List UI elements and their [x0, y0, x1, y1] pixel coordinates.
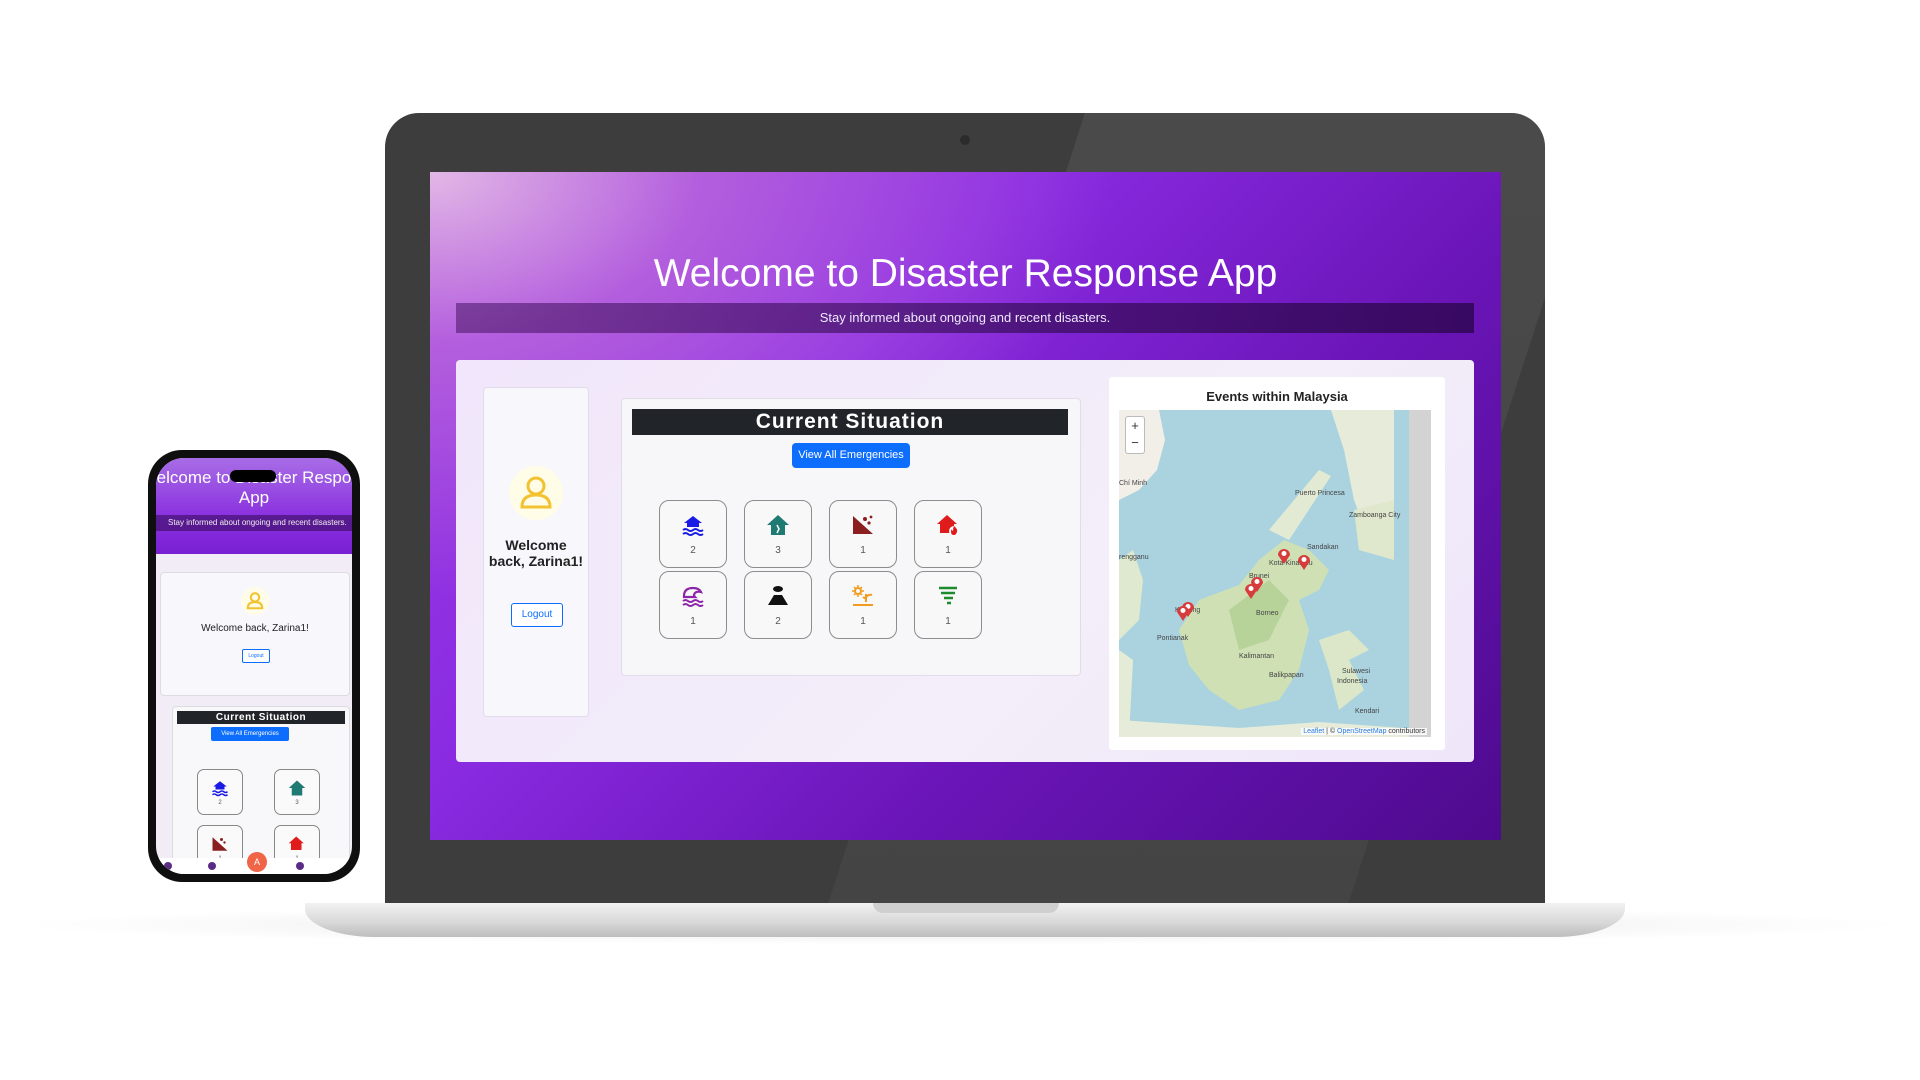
mobile-view-all-emergencies-button[interactable]: View All Emergencies — [211, 727, 289, 741]
house-fire-icon — [937, 515, 959, 536]
emergency-count: 2 — [775, 616, 781, 627]
phone-dynamic-island — [230, 470, 276, 482]
map-marker-icon[interactable] — [1277, 547, 1291, 565]
nav-alert-button[interactable]: A — [247, 852, 267, 872]
user-avatar-icon — [241, 587, 269, 615]
emergency-tile-house-fire[interactable]: 1 — [914, 500, 982, 568]
emergency-tile-volcano[interactable]: 2 — [744, 571, 812, 639]
page-title: Welcome to Disaster Response App — [653, 252, 1278, 295]
map-card: Events within Malaysia + − Chí Minh Puer… — [1109, 377, 1445, 750]
map-zoom-controls: + − — [1125, 416, 1145, 454]
mobile-page-subtitle: Stay informed about ongoing and recent d… — [156, 515, 352, 531]
current-situation-card: Current Situation View All Emergencies 2… — [621, 398, 1081, 676]
map-title: Events within Malaysia — [1206, 389, 1348, 404]
zoom-in-button[interactable]: + — [1126, 417, 1144, 434]
map-label: Pontianak — [1157, 635, 1189, 642]
desktop-screen: Welcome to Disaster Response App Stay in… — [430, 172, 1501, 840]
mobile-situation-title: Current Situation — [177, 711, 345, 724]
map-label: Sulawesi — [1342, 668, 1371, 675]
mobile-logout-button[interactable]: Logout — [242, 649, 270, 663]
laptop-notch — [873, 903, 1059, 913]
map-landmass — [1119, 410, 1431, 737]
map-label: rengganu — [1119, 554, 1149, 561]
map-label: Puerto Princesa — [1295, 490, 1345, 497]
user-avatar-icon — [509, 466, 563, 520]
emergency-count: 3 — [775, 545, 781, 556]
welcome-card: Welcome back, Zarina1! Logout — [483, 387, 589, 717]
welcome-message: Welcome back, Zarina1! — [488, 537, 584, 569]
map-label: Indonesia — [1337, 678, 1368, 685]
map-marker-icon[interactable] — [1176, 604, 1190, 622]
nav-location-icon[interactable] — [208, 862, 216, 870]
volcano-icon — [768, 586, 788, 605]
emergency-count: 3 — [295, 800, 299, 806]
leaflet-link[interactable]: Leaflet — [1303, 728, 1324, 735]
map-label: Zamboanga City — [1349, 512, 1401, 519]
emergency-tile-tornado[interactable]: 1 — [914, 571, 982, 639]
flood-icon — [682, 516, 704, 536]
mobile-welcome-message: Welcome back, Zarina1! — [201, 623, 309, 634]
map-marker-icon[interactable] — [1244, 582, 1258, 600]
mobile-page-title-line2: App — [238, 488, 270, 507]
house-damage-icon — [288, 780, 306, 796]
map-marker-icon[interactable] — [1297, 553, 1311, 571]
house-fire-icon — [288, 836, 304, 850]
view-all-emergencies-button[interactable]: View All Emergencies — [792, 443, 910, 468]
map-label: Borneo — [1256, 610, 1279, 617]
emergency-tile-drought[interactable]: 1 — [829, 571, 897, 639]
emergency-count: 1 — [860, 545, 866, 556]
map-label: Sandakan — [1307, 544, 1339, 551]
map-attribution: Leaflet | © OpenStreetMap contributors — [1301, 728, 1427, 735]
osm-link[interactable]: OpenStreetMap — [1337, 728, 1386, 735]
flood-icon — [212, 781, 228, 797]
page-subtitle: Stay informed about ongoing and recent d… — [456, 303, 1474, 333]
mobile-emergency-tile-flood[interactable]: 2 — [197, 769, 243, 815]
drought-icon — [852, 585, 873, 606]
emergency-count: 1 — [690, 616, 696, 627]
emergency-count: 1 — [860, 616, 866, 627]
house-damage-icon — [767, 515, 789, 535]
tornado-icon — [939, 586, 957, 605]
map-label: Kendari — [1355, 708, 1380, 715]
landslide-icon — [212, 837, 228, 851]
emergency-tile-landslide[interactable]: 1 — [829, 500, 897, 568]
emergency-count: 1 — [945, 545, 951, 556]
map-label: Chí Minh — [1119, 480, 1148, 487]
emergency-tile-house-damage[interactable]: 3 — [744, 500, 812, 568]
map-label: Kalimantan — [1239, 653, 1275, 660]
dashboard-panel: Welcome back, Zarina1! Logout Current Si… — [456, 360, 1474, 762]
mobile-current-situation-card: Current Situation View All Emergencies 2… — [172, 706, 350, 871]
emergency-count: 2 — [218, 800, 222, 806]
situation-title: Current Situation — [632, 409, 1068, 435]
emergency-count: 2 — [690, 545, 696, 556]
emergency-count: 1 — [945, 616, 951, 627]
logout-button[interactable]: Logout — [511, 603, 563, 627]
mobile-emergency-tile-house-damage[interactable]: 3 — [274, 769, 320, 815]
phone-frame: elcome to Disaster Respo App Stay inform… — [148, 450, 360, 882]
emergency-tile-flood[interactable]: 2 — [659, 500, 727, 568]
mobile-screen: elcome to Disaster Respo App Stay inform… — [156, 458, 352, 874]
nav-home-icon[interactable] — [164, 862, 172, 870]
tsunami-icon — [682, 586, 704, 607]
emergency-tile-tsunami[interactable]: 1 — [659, 571, 727, 639]
events-map[interactable]: + − Chí Minh Puerto Princesa Zamboanga C… — [1119, 410, 1431, 737]
map-label: Balikpapan — [1269, 672, 1304, 679]
laptop-camera — [960, 135, 970, 145]
nav-chat-icon[interactable] — [296, 862, 304, 870]
landslide-icon — [853, 515, 873, 534]
mobile-welcome-card: Welcome back, Zarina1! Logout — [160, 572, 350, 696]
zoom-out-button[interactable]: − — [1126, 434, 1144, 451]
